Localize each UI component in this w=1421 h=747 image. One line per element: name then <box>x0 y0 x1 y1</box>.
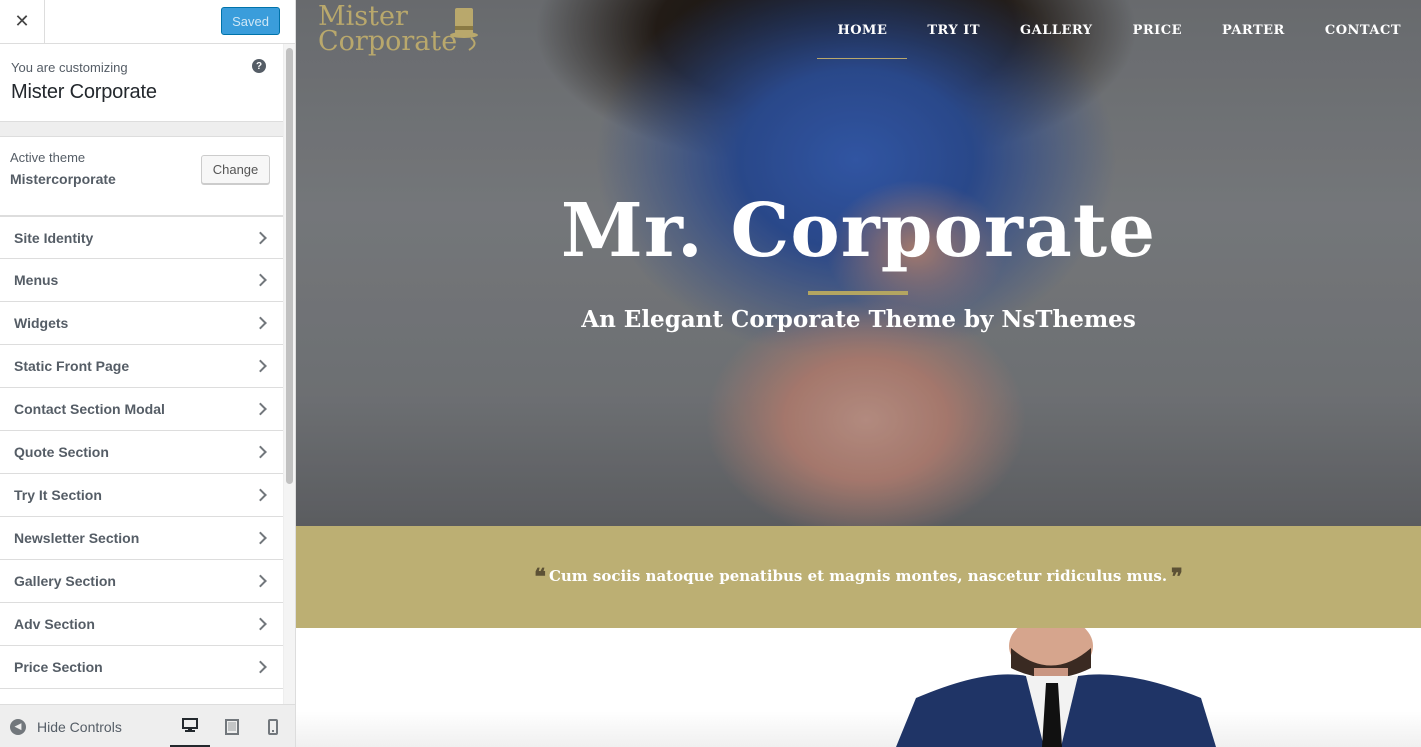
scrollbar-thumb[interactable] <box>286 48 293 484</box>
section-site-identity[interactable]: Site Identity <box>0 216 283 259</box>
close-quote-icon: ❞ <box>1171 564 1183 590</box>
section-price[interactable]: Price Section <box>0 646 283 689</box>
chevron-right-icon <box>254 231 267 244</box>
help-icon[interactable]: ? <box>252 59 266 73</box>
section-try-it[interactable]: Try It Section <box>0 474 283 517</box>
section-label: Widgets <box>14 315 69 331</box>
section-quote[interactable]: Quote Section <box>0 431 283 474</box>
hero-divider <box>808 291 908 295</box>
quote-text: ❝ Cum sociis natoque penatibus et magnis … <box>534 564 1183 590</box>
top-hat-icon <box>450 8 478 51</box>
customizer-sidebar: ✕ Saved You are customizing Mister Corpo… <box>0 0 296 747</box>
site-logo[interactable]: Mister Corporate <box>318 3 478 57</box>
chevron-right-icon <box>254 488 267 502</box>
chevron-right-icon <box>254 273 267 287</box>
active-theme-label: Active theme <box>10 150 86 165</box>
section-label: Adv Section <box>14 616 95 632</box>
nav-home[interactable]: HOME <box>817 0 908 60</box>
chevron-right-icon <box>254 574 267 588</box>
chevron-right-icon <box>254 445 267 459</box>
tablet-icon <box>225 718 239 735</box>
section-label: Static Front Page <box>14 358 130 374</box>
businessman-image <box>896 628 1216 747</box>
chevron-right-icon <box>254 316 267 330</box>
section-label: Gallery Section <box>14 573 116 589</box>
section-menus[interactable]: Menus <box>0 259 283 302</box>
section-label: Site Identity <box>14 229 94 246</box>
active-theme-name: Mistercorporate <box>10 171 116 187</box>
nav-gallery[interactable]: GALLERY <box>1000 0 1113 60</box>
nav-parter[interactable]: PARTER <box>1202 0 1305 60</box>
section-label: Menus <box>14 272 59 288</box>
section-widgets[interactable]: Widgets <box>0 302 283 345</box>
preview-desktop-button[interactable] <box>170 705 210 747</box>
chevron-right-icon <box>254 402 267 416</box>
open-quote-icon: ❝ <box>534 564 546 590</box>
site-title: Mister Corporate <box>11 81 157 103</box>
section-newsletter[interactable]: Newsletter Section <box>0 517 283 560</box>
collapse-left-icon: ◀ <box>10 718 26 735</box>
sidebar-scrollbar[interactable] <box>284 44 295 704</box>
try-it-section <box>296 628 1421 747</box>
hide-controls-label: Hide Controls <box>37 718 122 735</box>
section-next-partial[interactable] <box>0 689 283 704</box>
main-navigation: HOME TRY IT GALLERY PRICE PARTER CONTACT <box>817 0 1421 60</box>
hide-controls-button[interactable]: ◀ Hide Controls <box>10 705 122 747</box>
section-contact-modal[interactable]: Contact Section Modal <box>0 388 283 431</box>
chevron-right-icon <box>254 531 267 545</box>
desktop-icon <box>182 717 198 732</box>
logo-line-2: Corporate <box>318 26 458 57</box>
section-label: Quote Section <box>14 444 109 460</box>
change-theme-button[interactable]: Change <box>201 155 270 184</box>
site-preview: Mister Corporate HOME TRY IT GALLERY PRI… <box>296 0 1421 747</box>
section-label: Newsletter Section <box>14 530 140 546</box>
customizing-label: You are customizing <box>11 60 128 75</box>
customizer-header: ✕ Saved <box>0 0 295 44</box>
section-label: Try It Section <box>14 487 102 503</box>
section-label: Price Section <box>14 659 103 675</box>
nav-try-it[interactable]: TRY IT <box>907 0 1000 60</box>
saved-button[interactable]: Saved <box>221 7 280 35</box>
hero-title: Mr. Corporate <box>560 188 1157 274</box>
chevron-right-icon <box>254 660 267 674</box>
quote-body: Cum sociis natoque penatibus et magnis m… <box>548 567 1168 585</box>
active-theme-section: Active theme Mistercorporate Change <box>0 136 283 216</box>
chevron-right-icon <box>254 359 267 373</box>
customizing-info: You are customizing Mister Corporate ? <box>0 44 283 122</box>
close-icon: ✕ <box>14 11 30 31</box>
customizer-footer: ◀ Hide Controls <box>0 704 295 747</box>
nav-price[interactable]: PRICE <box>1113 0 1202 60</box>
customizer-panel: You are customizing Mister Corporate ? A… <box>0 44 283 704</box>
nav-contact[interactable]: CONTACT <box>1305 0 1421 60</box>
hero-subtitle: An Elegant Corporate Theme by NsThemes <box>581 306 1136 333</box>
hero-section: Mister Corporate HOME TRY IT GALLERY PRI… <box>296 0 1421 526</box>
section-label: Contact Section Modal <box>14 401 165 417</box>
section-static-front-page[interactable]: Static Front Page <box>0 345 283 388</box>
preview-mobile-button[interactable] <box>253 705 293 747</box>
customizer-sections: Site Identity Menus Widgets Static Front… <box>0 216 283 704</box>
mobile-icon <box>268 718 278 735</box>
section-gallery[interactable]: Gallery Section <box>0 560 283 603</box>
quote-section: ❝ Cum sociis natoque penatibus et magnis … <box>296 526 1421 628</box>
close-customizer-button[interactable]: ✕ <box>0 0 45 43</box>
section-adv[interactable]: Adv Section <box>0 603 283 646</box>
preview-tablet-button[interactable] <box>212 705 252 747</box>
chevron-right-icon <box>254 617 267 631</box>
